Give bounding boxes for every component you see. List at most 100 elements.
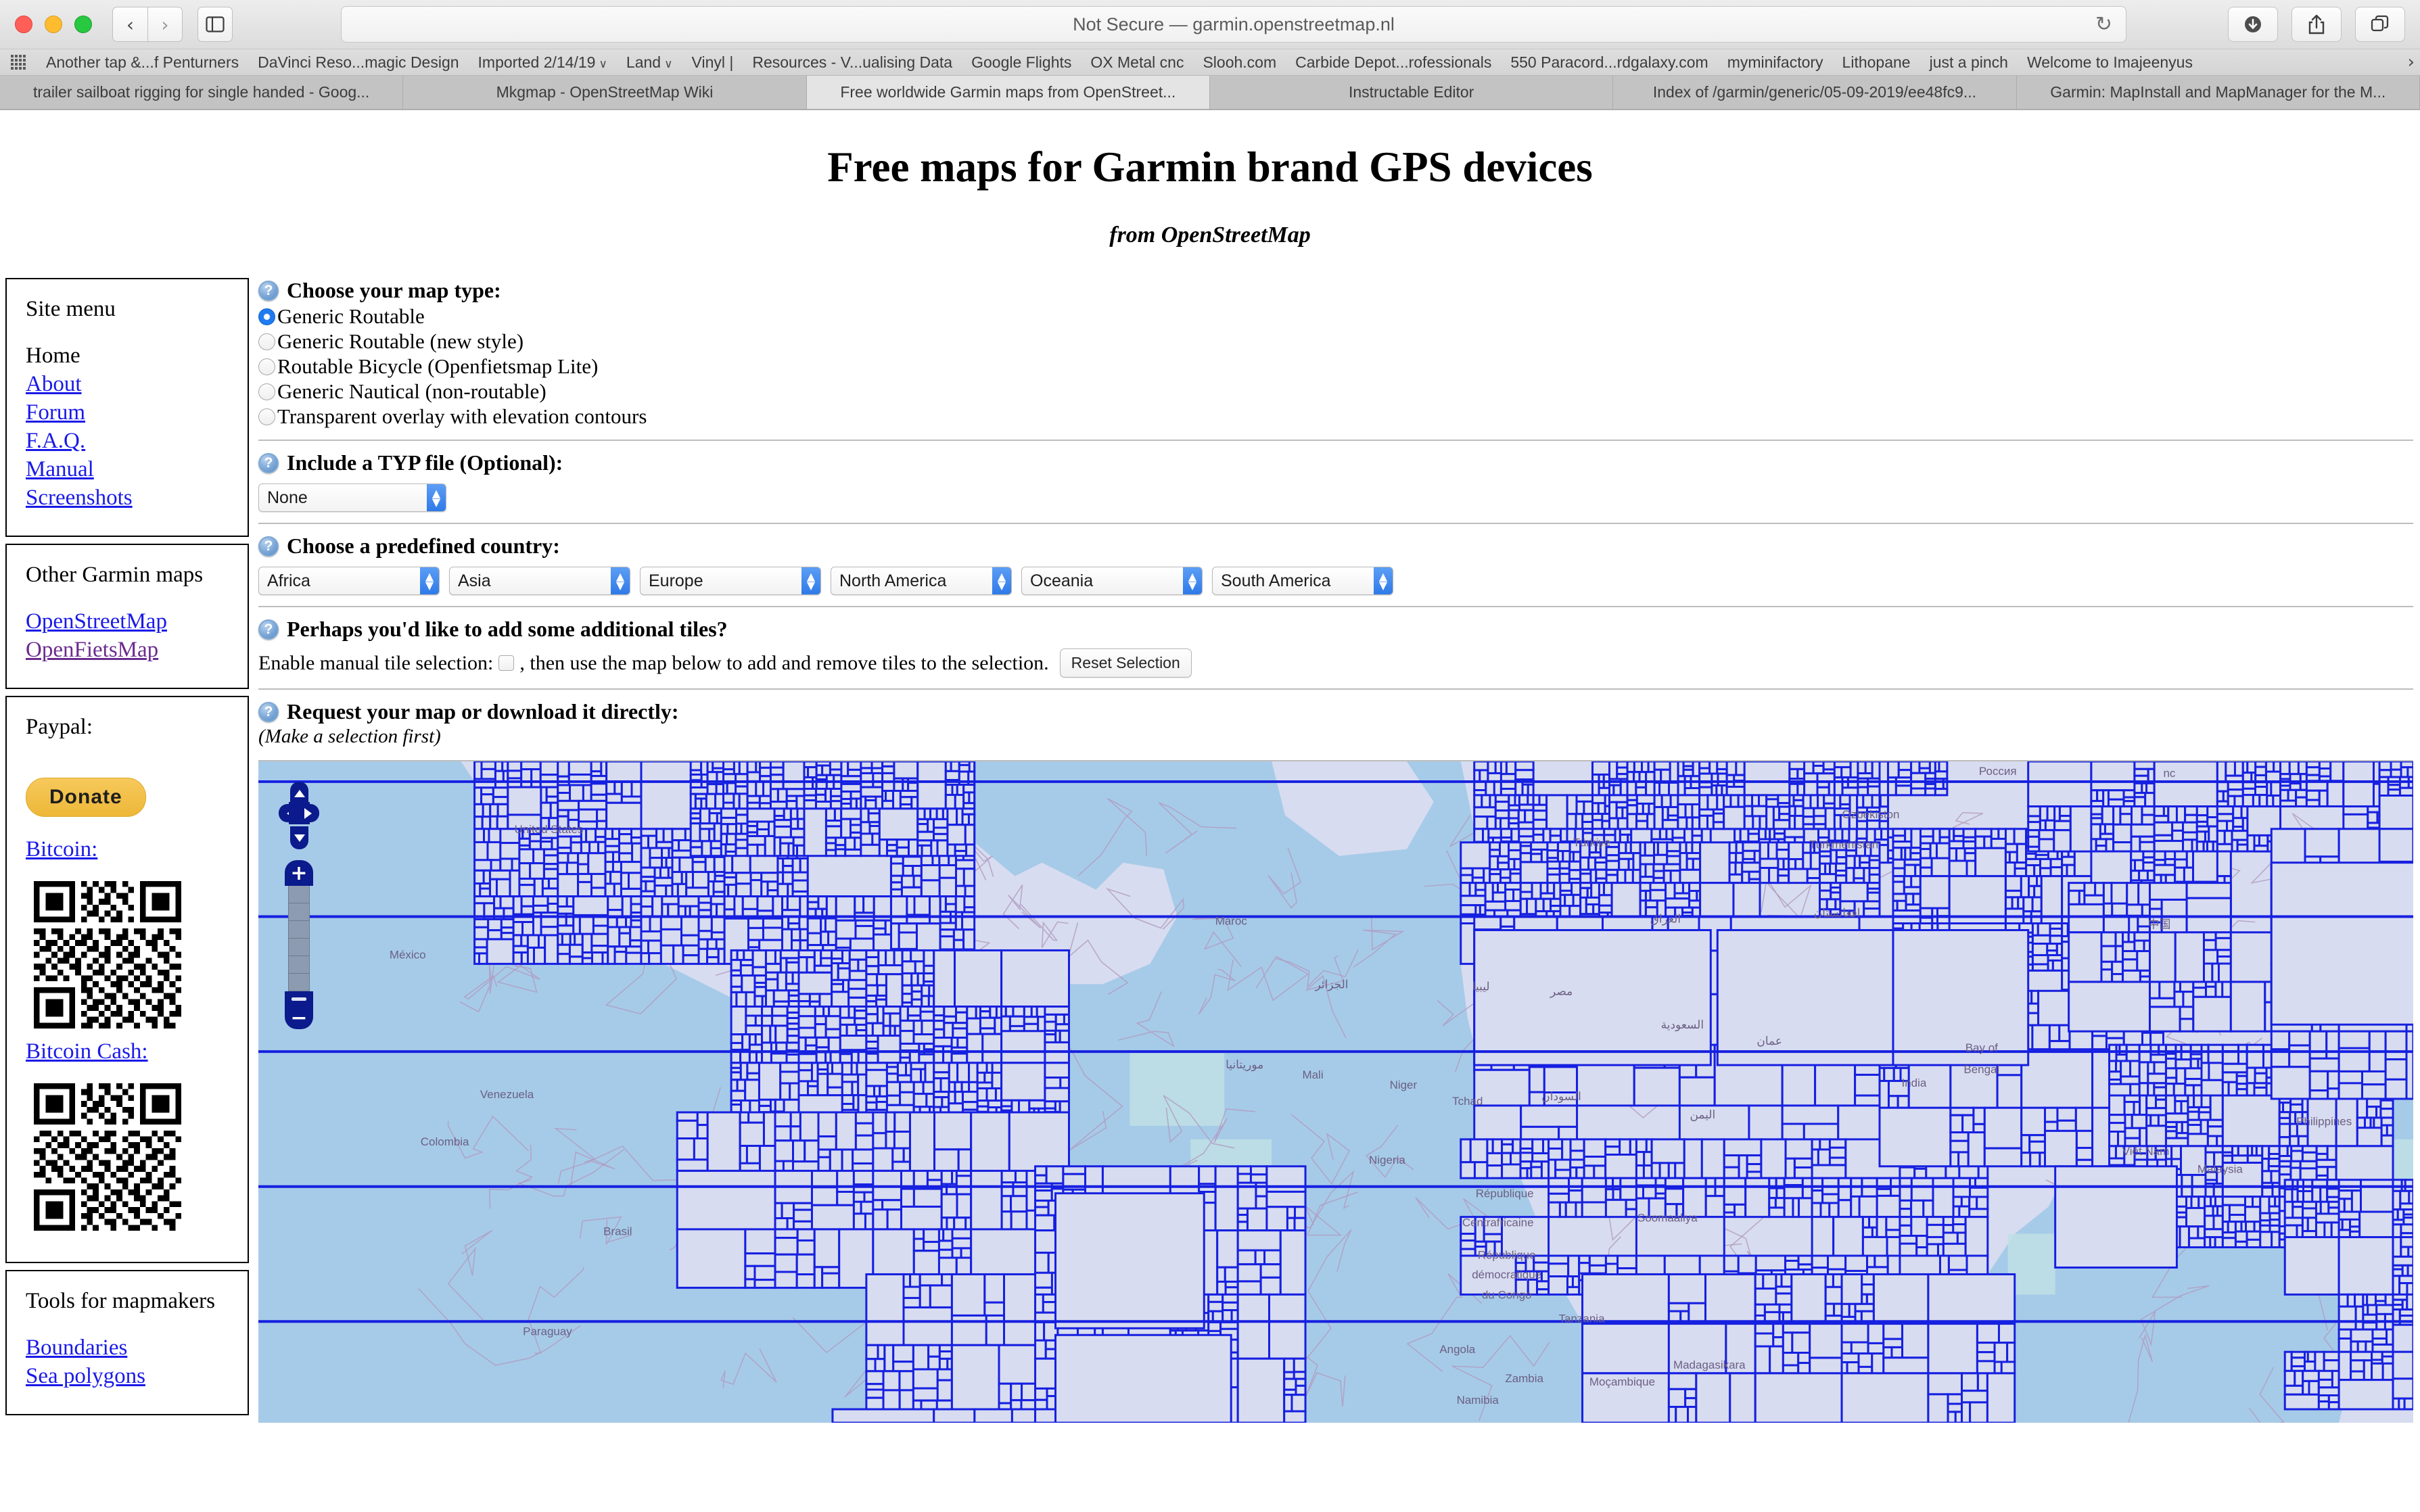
- map-tile[interactable]: [486, 938, 515, 965]
- map-tile[interactable]: [1839, 794, 1851, 805]
- map-tile[interactable]: [901, 993, 913, 1004]
- bookmark-item[interactable]: Land ∨: [617, 53, 682, 72]
- map-tile[interactable]: [1518, 828, 1535, 838]
- map-tile[interactable]: [1958, 1205, 1971, 1219]
- map-tile[interactable]: [936, 1379, 953, 1402]
- map-tile[interactable]: [631, 842, 643, 864]
- map-tile[interactable]: [2258, 794, 2268, 807]
- map-tile[interactable]: [607, 945, 616, 965]
- map-tile[interactable]: [2287, 788, 2298, 802]
- map-tile[interactable]: [912, 864, 923, 877]
- map-tile[interactable]: [1665, 897, 1691, 909]
- map-tile[interactable]: [2157, 1114, 2167, 1127]
- map-tile[interactable]: [2174, 1058, 2192, 1070]
- map-tile[interactable]: [746, 807, 776, 823]
- map-tile[interactable]: [604, 851, 615, 864]
- map-tile[interactable]: [2108, 1094, 2126, 1116]
- map-tile[interactable]: [1837, 1177, 1853, 1202]
- map-tile[interactable]: [557, 852, 569, 864]
- map-tile[interactable]: [730, 1033, 744, 1044]
- map-tile[interactable]: [793, 1208, 813, 1223]
- map-tile[interactable]: [1673, 882, 1684, 895]
- map-tile[interactable]: [918, 1284, 931, 1308]
- map-tile[interactable]: [2246, 1230, 2262, 1241]
- tab[interactable]: Mkgmap - OpenStreetMap Wiki: [403, 76, 807, 109]
- map-tile[interactable]: [745, 1024, 764, 1036]
- map-tile[interactable]: [942, 1045, 953, 1064]
- map-tile[interactable]: [1558, 860, 1570, 870]
- map-tile[interactable]: [1665, 882, 1676, 900]
- map-tile[interactable]: [776, 971, 787, 992]
- map-tile[interactable]: [1972, 1106, 1986, 1125]
- bookmark-item[interactable]: Imported 2/14/19 ∨: [469, 53, 617, 72]
- map-tile[interactable]: [2083, 894, 2105, 905]
- paypal-donate-button[interactable]: Donate: [26, 778, 146, 817]
- map-tile[interactable]: [2268, 1205, 2281, 1214]
- map-tile[interactable]: [2101, 805, 2115, 826]
- map-tile[interactable]: [1919, 835, 1934, 845]
- map-tile[interactable]: [785, 800, 798, 810]
- map-tile[interactable]: [1775, 1187, 1786, 1200]
- map-tile[interactable]: [840, 807, 862, 820]
- site-menu-link-screenshots[interactable]: Screenshots: [26, 487, 229, 509]
- map-tile[interactable]: [1283, 1410, 1307, 1423]
- map-tile[interactable]: [2148, 997, 2176, 1008]
- map-tile[interactable]: [1536, 1288, 1550, 1296]
- map-tile[interactable]: [1000, 949, 1070, 1008]
- map-tile[interactable]: [950, 761, 960, 772]
- map-tile[interactable]: [893, 761, 919, 780]
- map-tile[interactable]: [1813, 815, 1827, 826]
- map-tile[interactable]: [581, 932, 593, 954]
- map-tile[interactable]: [672, 944, 684, 965]
- map-tile[interactable]: [940, 1169, 954, 1185]
- map-tile[interactable]: [1767, 841, 1778, 860]
- map-tile[interactable]: [2164, 1094, 2177, 1115]
- map-tile[interactable]: [1598, 894, 1613, 907]
- map-tile[interactable]: [1531, 1138, 1545, 1155]
- map-tile[interactable]: [1854, 1302, 1875, 1313]
- map-tile[interactable]: [1493, 780, 1502, 797]
- map-tile[interactable]: [1794, 815, 1805, 830]
- map-tile[interactable]: [1293, 1357, 1307, 1373]
- map-tile[interactable]: [761, 1006, 774, 1017]
- map-tile[interactable]: [736, 1079, 747, 1092]
- map-tile[interactable]: [1527, 783, 1535, 797]
- map-tile[interactable]: [1844, 1254, 1869, 1272]
- map-tile[interactable]: [912, 1033, 935, 1045]
- map-tile[interactable]: [735, 882, 752, 898]
- map-tile[interactable]: [2153, 805, 2165, 818]
- map-tile[interactable]: [682, 944, 700, 957]
- map-tile[interactable]: [1887, 1095, 1899, 1109]
- map-tile[interactable]: [1834, 874, 1848, 884]
- map-tile[interactable]: [1543, 1066, 1579, 1093]
- map-tile[interactable]: [1535, 897, 1545, 913]
- map-tile[interactable]: [773, 825, 792, 838]
- map-tile[interactable]: [1036, 1006, 1046, 1018]
- map-tile[interactable]: [2288, 761, 2300, 776]
- map-tile[interactable]: [902, 1306, 953, 1346]
- map-tile[interactable]: [640, 895, 654, 908]
- map-tile[interactable]: [2111, 960, 2124, 976]
- map-tile[interactable]: [789, 1111, 801, 1128]
- map-tile[interactable]: [1548, 1262, 1570, 1278]
- map-tile[interactable]: [1473, 828, 1485, 843]
- map-tile[interactable]: [2202, 949, 2219, 965]
- map-tile[interactable]: [871, 832, 881, 846]
- map-tile[interactable]: [916, 761, 947, 810]
- map-tile[interactable]: [2254, 786, 2268, 797]
- map-tile[interactable]: [1532, 818, 1548, 830]
- map-tile[interactable]: [1723, 1254, 1740, 1273]
- map-tile[interactable]: [2184, 813, 2198, 824]
- map-type-radio-2[interactable]: [258, 358, 275, 375]
- map-tile[interactable]: [1968, 1196, 1978, 1210]
- tab-overview-button[interactable]: [2355, 7, 2405, 42]
- map-tile[interactable]: [2110, 882, 2128, 905]
- map-tile[interactable]: [1526, 897, 1537, 916]
- map-tile[interactable]: [854, 895, 865, 914]
- map-tile[interactable]: [2221, 1050, 2240, 1065]
- map-tile[interactable]: [1892, 847, 1903, 861]
- map-tile[interactable]: [1765, 798, 1779, 808]
- map-tile[interactable]: [1752, 815, 1761, 830]
- map-tile[interactable]: [2279, 788, 2289, 802]
- map-tile[interactable]: [956, 1062, 970, 1083]
